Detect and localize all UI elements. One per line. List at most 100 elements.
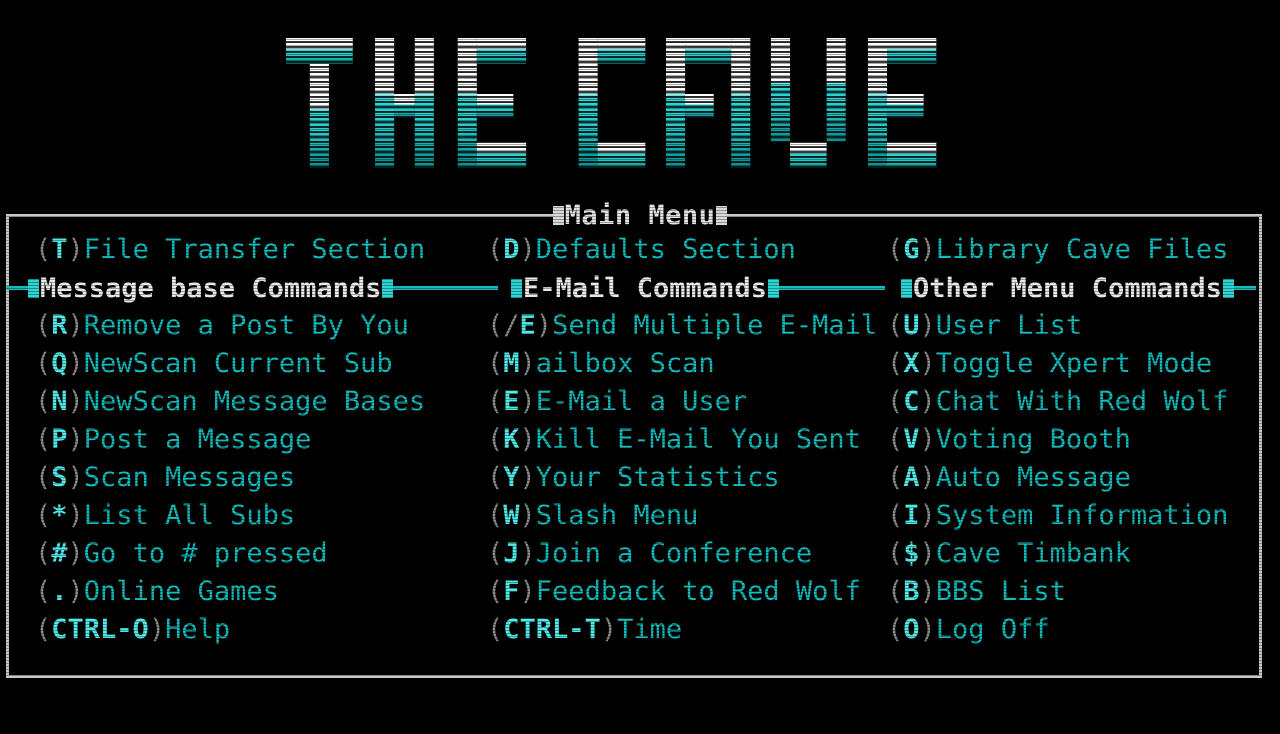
- menu-item-other-user-list[interactable]: (U)User List: [875, 307, 1259, 345]
- paren-open: (: [487, 424, 504, 455]
- paren-close: ): [67, 462, 84, 493]
- menu-item-label: ailbox Scan: [535, 348, 715, 379]
- menu-row: (N)NewScan Message Bases (E)E-Mail a User…: [9, 383, 1259, 421]
- menu-content: (T)File Transfer Section (D)Defaults Sec…: [6, 217, 1259, 649]
- menu-item-email-e-mail-a-user[interactable]: (E)E-Mail a User: [475, 383, 875, 421]
- hotkey: O: [903, 614, 920, 645]
- paren-open: (: [487, 310, 504, 341]
- menu-item-label: Slash Menu: [535, 500, 699, 531]
- menu-item-email-send-multiple-e-mail[interactable]: (/E)Send Multiple E-Mail: [475, 307, 877, 345]
- paren-open: (: [487, 614, 504, 645]
- menu-item-email-time[interactable]: (CTRL-T)Time: [475, 611, 875, 649]
- menu-row: (Q)NewScan Current Sub (M)ailbox Scan (X)T…: [9, 345, 1259, 383]
- paren-open: (: [487, 538, 504, 569]
- hotkey: R: [51, 310, 68, 341]
- menu-item-message-base-newscan-current-sub[interactable]: (Q)NewScan Current Sub: [9, 345, 475, 383]
- marker-square-icon: [901, 278, 912, 298]
- hotkey: G: [903, 234, 920, 265]
- menu-item-other-cave-timbank[interactable]: ($)Cave Timbank: [875, 535, 1259, 573]
- menu-item-label: List All Subs: [83, 500, 296, 531]
- menu-item-file-transfer-section[interactable]: (T)File Transfer Section: [9, 231, 475, 269]
- menu-item-email-slash-menu[interactable]: (W)Slash Menu: [475, 497, 875, 535]
- menu-item-message-base-post-a-message[interactable]: (P)Post a Message: [9, 421, 475, 459]
- menu-item-library-cave-files[interactable]: (G)Library Cave Files: [875, 231, 1259, 269]
- menu-item-other-log-off[interactable]: (O)Log Off: [875, 611, 1259, 649]
- hotkey: X: [903, 348, 920, 379]
- paren-close: ): [519, 576, 536, 607]
- divider-line: [393, 286, 499, 290]
- menu-item-other-system-information[interactable]: (I)System Information: [875, 497, 1259, 535]
- paren-close: ): [919, 576, 936, 607]
- menu-item-message-base-newscan-message-bases[interactable]: (N)NewScan Message Bases: [9, 383, 475, 421]
- menu-item-label: Remove a Post By You: [83, 310, 409, 341]
- menu-item-email-feedback-to-red-wolf[interactable]: (F)Feedback to Red Wolf: [475, 573, 875, 611]
- hotkey: #: [51, 538, 68, 569]
- hotkey: *: [51, 500, 68, 531]
- marker-square-icon: [28, 278, 39, 298]
- menu-item-label: Library Cave Files: [935, 234, 1229, 265]
- hotkey-prefix: /: [503, 310, 520, 341]
- section-header-message-base: Message base Commands: [6, 269, 499, 307]
- paren-close: ): [600, 614, 618, 645]
- main-menu-box: (T)File Transfer Section (D)Defaults Sec…: [6, 214, 1262, 678]
- menu-row: (P)Post a Message (K)Kill E-Mail You Sent…: [9, 421, 1259, 459]
- menu-item-other-bbs-list[interactable]: (B)BBS List: [875, 573, 1259, 611]
- divider-line: [778, 286, 885, 290]
- ascii-art-title-the-cave: [286, 38, 937, 168]
- menu-item-label: Online Games: [83, 576, 279, 607]
- hotkey: E: [519, 310, 536, 341]
- hotkey: CTRL-O: [51, 614, 149, 645]
- menu-item-email-kill-e-mail-you-sent[interactable]: (K)Kill E-Mail You Sent: [475, 421, 875, 459]
- hotkey: F: [503, 576, 520, 607]
- menu-item-label: Go to # pressed: [83, 538, 328, 569]
- hotkey: J: [503, 538, 520, 569]
- hotkey: U: [903, 310, 920, 341]
- paren-close: ): [67, 576, 84, 607]
- menu-item-other-chat-with-red-wolf[interactable]: (C)Chat With Red Wolf: [875, 383, 1259, 421]
- paren-open: (: [887, 500, 904, 531]
- hotkey: I: [903, 500, 920, 531]
- menu-item-email-join-a-conference[interactable]: (J)Join a Conference: [475, 535, 875, 573]
- marker-square-icon: [1222, 278, 1234, 298]
- section-title: Other Menu Commands: [913, 272, 1222, 304]
- hotkey: T: [51, 234, 68, 265]
- bbs-title-banner: [0, 0, 1280, 200]
- paren-close: ): [919, 500, 936, 531]
- menu-item-message-base-remove-a-post-by-you[interactable]: (R)Remove a Post By You: [9, 307, 475, 345]
- paren-open: (: [887, 348, 904, 379]
- menu-row: (R)Remove a Post By You (/E)Send Multiple…: [9, 307, 1259, 345]
- paren-close: ): [519, 348, 536, 379]
- menu-item-message-base-online-games[interactable]: (.)Online Games: [9, 573, 475, 611]
- paren-close: ): [519, 424, 536, 455]
- menu-row-sections: (T)File Transfer Section (D)Defaults Sec…: [9, 231, 1259, 269]
- menu-item-message-base-help[interactable]: (CTRL-O)Help: [9, 611, 475, 649]
- menu-item-label: E-Mail a User: [535, 386, 748, 417]
- hotkey: B: [903, 576, 920, 607]
- hotkey: .: [51, 576, 68, 607]
- hotkey: C: [903, 386, 920, 417]
- menu-item-label: Scan Messages: [83, 462, 296, 493]
- menu-item-email-ailbox-scan[interactable]: (M)ailbox Scan: [475, 345, 875, 383]
- menu-item-other-voting-booth[interactable]: (V)Voting Booth: [875, 421, 1259, 459]
- menu-item-label: Log Off: [935, 614, 1050, 645]
- menu-item-email-your-statistics[interactable]: (Y)Your Statistics: [475, 459, 875, 497]
- menu-row: (CTRL-O)Help (CTRL-T)Time (O)Log Off: [9, 611, 1259, 649]
- divider-line: [6, 286, 28, 290]
- paren-close: ): [148, 614, 166, 645]
- menu-item-message-base-scan-messages[interactable]: (S)Scan Messages: [9, 459, 475, 497]
- menu-item-label: Defaults Section: [535, 234, 796, 265]
- paren-close: ): [919, 614, 936, 645]
- menu-item-message-base-go-to-pressed[interactable]: (#)Go to # pressed: [9, 535, 475, 573]
- section-header-email: E-Mail Commands: [511, 269, 885, 307]
- paren-close: ): [919, 348, 936, 379]
- menu-row: (.)Online Games (F)Feedback to Red Wolf (B…: [9, 573, 1259, 611]
- menu-item-defaults-section[interactable]: (D)Defaults Section: [475, 231, 875, 269]
- menu-item-other-toggle-xpert-mode[interactable]: (X)Toggle Xpert Mode: [875, 345, 1259, 383]
- paren-close: ): [919, 386, 936, 417]
- paren-close: ): [519, 462, 536, 493]
- menu-item-other-auto-message[interactable]: (A)Auto Message: [875, 459, 1259, 497]
- section-header-row: Message base Commands E-Mail Commands Ot…: [6, 269, 1256, 307]
- marker-square-icon: [382, 278, 394, 298]
- menu-item-label: File Transfer Section: [83, 234, 426, 265]
- menu-item-message-base-list-all-subs[interactable]: (*)List All Subs: [9, 497, 475, 535]
